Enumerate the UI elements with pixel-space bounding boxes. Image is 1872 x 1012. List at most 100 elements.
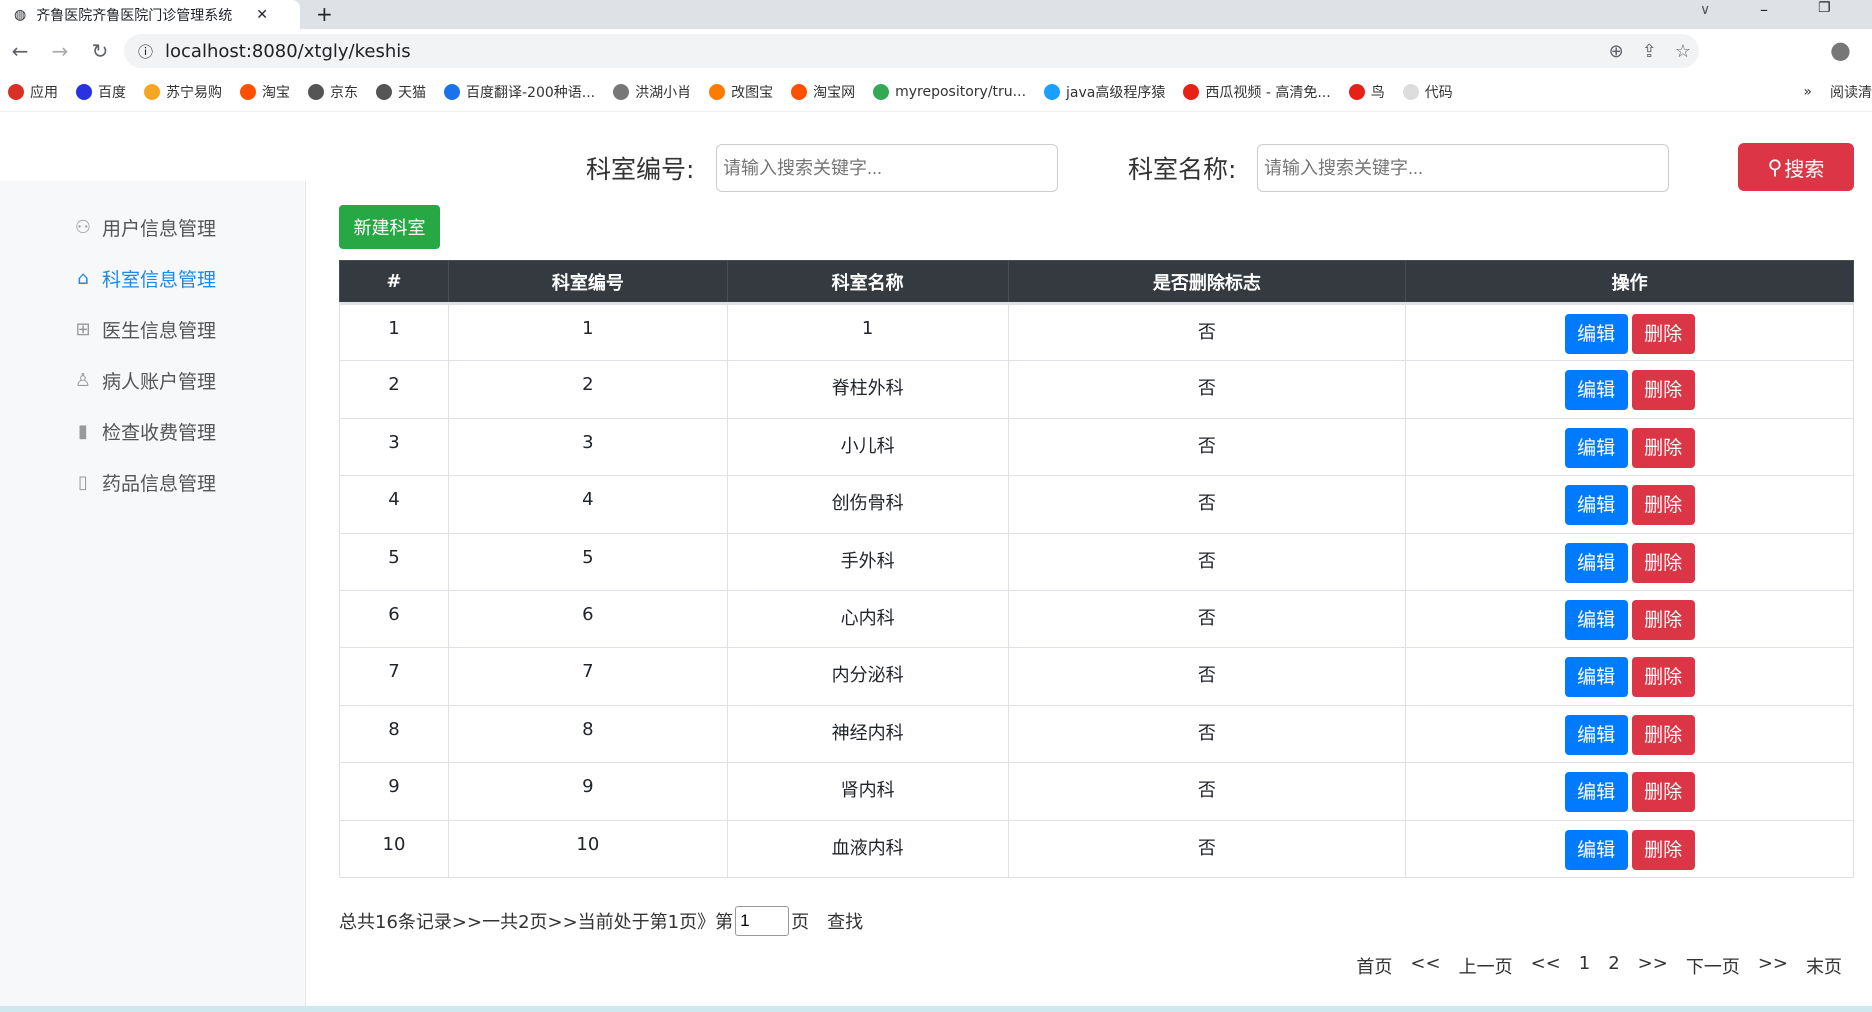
table-cell: 否	[1007, 417, 1407, 477]
department-name-search-input[interactable]	[1257, 144, 1669, 192]
edit-button[interactable]: 编辑	[1564, 772, 1628, 813]
edit-button[interactable]: 编辑	[1564, 714, 1628, 755]
bookmark-item[interactable]: 代码	[1402, 82, 1453, 102]
pagination-link[interactable]: <<	[1410, 953, 1440, 979]
table-cell: 创伤骨科	[726, 475, 1009, 534]
delete-button[interactable]: 删除	[1631, 714, 1695, 755]
bookmark-item[interactable]: 淘宝	[240, 82, 290, 102]
edit-button[interactable]: 编辑	[1564, 314, 1628, 354]
forward-icon[interactable]: →	[40, 39, 80, 63]
bookmark-item[interactable]: 洪湖小肖	[613, 82, 691, 102]
table-cell: 血液内科	[726, 819, 1009, 878]
close-tab-icon[interactable]: ✕	[256, 7, 268, 23]
edit-button[interactable]: 编辑	[1564, 370, 1628, 411]
department-id-search-input[interactable]	[716, 144, 1058, 192]
table-cell: 否	[1007, 360, 1407, 419]
delete-button[interactable]: 删除	[1631, 599, 1695, 640]
edit-button[interactable]: 编辑	[1564, 485, 1628, 526]
bookmark-label: java高级程序猿	[1066, 84, 1166, 101]
edit-button[interactable]: 编辑	[1564, 657, 1628, 698]
delete-button[interactable]: 删除	[1631, 314, 1695, 354]
sidebar-item[interactable]: ⚇ 用户信息管理	[72, 214, 216, 241]
bookmark-item[interactable]: 苏宁易购	[144, 82, 222, 102]
find-page-button[interactable]: 查找	[827, 908, 863, 934]
bookmark-item[interactable]: 应用	[8, 82, 58, 102]
pagination-link[interactable]: <<	[1531, 953, 1561, 979]
url-text: localhost:8080/xtgly/keshis	[165, 40, 411, 62]
more-bookmarks-icon[interactable]: »	[1803, 84, 1812, 100]
pagination-info: 总共16条记录>>一共2页>>当前处于第1页》第 页 查找	[339, 906, 863, 936]
edit-button[interactable]: 编辑	[1564, 542, 1628, 583]
table-cell: 6	[447, 589, 728, 649]
pagination-link[interactable]: 1	[1579, 953, 1590, 979]
zoom-icon[interactable]: ⊕	[1609, 41, 1624, 62]
sidebar-item[interactable]: ⌂ 科室信息管理	[72, 265, 216, 292]
delete-button[interactable]: 删除	[1631, 485, 1695, 526]
browser-tab[interactable]: ◍ 齐鲁医院齐鲁医院门诊管理系统 ✕	[0, 0, 300, 29]
pagination-link[interactable]: 下一页	[1686, 953, 1740, 979]
delete-button[interactable]: 删除	[1631, 370, 1695, 411]
bookmark-icon	[240, 83, 256, 100]
pagination-link[interactable]: 首页	[1356, 953, 1392, 979]
bookmark-item[interactable]: 百度	[76, 82, 126, 102]
bookmark-icon	[1183, 83, 1200, 100]
sidebar-item[interactable]: ▮ 检查收费管理	[72, 418, 216, 445]
new-department-button[interactable]: 新建科室	[339, 205, 440, 249]
page-number-input[interactable]	[735, 906, 790, 936]
bookmark-item[interactable]: 百度翻译-200种语...	[444, 82, 595, 102]
restore-icon[interactable]: ❐	[1818, 0, 1831, 16]
delete-button[interactable]: 删除	[1631, 829, 1695, 870]
table-cell: 脊柱外科	[726, 360, 1009, 419]
table-cell: 9	[339, 762, 449, 821]
reading-list[interactable]: 阅读清	[1830, 82, 1872, 102]
delete-button[interactable]: 删除	[1631, 542, 1695, 583]
bookmark-label: 洪湖小肖	[635, 84, 692, 101]
sidebar-item[interactable]: ▯ 药品信息管理	[72, 469, 216, 496]
sidebar-item[interactable]: ♙ 病人账户管理	[72, 367, 216, 394]
edit-button[interactable]: 编辑	[1564, 599, 1628, 640]
bookmark-item[interactable]: 西瓜视频 - 高清免...	[1183, 82, 1331, 102]
reload-icon[interactable]: ↻	[80, 39, 120, 63]
edit-button[interactable]: 编辑	[1564, 427, 1628, 468]
new-tab-icon[interactable]: +	[316, 2, 333, 26]
back-icon[interactable]: ←	[0, 39, 40, 63]
pagination-link[interactable]: 末页	[1806, 953, 1842, 979]
star-icon[interactable]: ☆	[1675, 41, 1691, 62]
table-cell: 否	[1007, 302, 1407, 362]
search-label-name: 科室名称:	[1128, 155, 1237, 184]
table-row: 10 10 血液内科否编辑 删除	[339, 819, 1854, 878]
table-row: 2 2 脊柱外科否编辑 删除	[339, 360, 1854, 419]
bottom-bar	[0, 1006, 1872, 1012]
bookmark-item[interactable]: 天猫	[376, 82, 426, 102]
tab-title: 齐鲁医院齐鲁医院门诊管理系统	[36, 7, 233, 24]
bookmark-item[interactable]: 淘宝网	[791, 82, 855, 102]
bookmark-label: 淘宝网	[813, 84, 856, 101]
edit-button[interactable]: 编辑	[1564, 829, 1628, 870]
table-cell: 内分泌科	[726, 647, 1009, 706]
url-bar[interactable]: ⓘ localhost:8080/xtgly/keshis ⊕ ⇪ ☆	[124, 34, 1699, 68]
bookmark-label: 京东	[330, 84, 358, 101]
table-cell: 10	[339, 819, 449, 878]
delete-button[interactable]: 删除	[1631, 427, 1695, 468]
pagination-link[interactable]: >>	[1638, 953, 1668, 979]
table-cell: 2	[447, 360, 728, 419]
delete-button[interactable]: 删除	[1631, 772, 1695, 813]
pagination-link[interactable]: 上一页	[1459, 953, 1513, 979]
minimize-icon[interactable]: –	[1760, 0, 1768, 19]
delete-button[interactable]: 删除	[1631, 657, 1695, 698]
pagination-link[interactable]: 2	[1608, 953, 1619, 979]
profile-icon[interactable]: ●	[1830, 36, 1851, 64]
search-button[interactable]: ⚲ 搜索	[1738, 143, 1854, 191]
share-icon[interactable]: ⇪	[1642, 41, 1657, 62]
chevron-down-icon[interactable]: ∨	[1700, 2, 1710, 18]
bookmark-item[interactable]: java高级程序猿	[1044, 82, 1165, 102]
bookmark-item[interactable]: 鸟	[1348, 82, 1385, 102]
bookmark-label: 改图宝	[731, 84, 774, 101]
bookmark-item[interactable]: 京东	[308, 82, 358, 102]
sidebar-item[interactable]: ⊞ 医生信息管理	[72, 316, 216, 343]
pagination-link[interactable]: >>	[1758, 953, 1788, 979]
bookmark-icon	[873, 83, 890, 100]
bookmark-icon	[308, 83, 324, 100]
bookmark-item[interactable]: 改图宝	[709, 82, 773, 102]
bookmark-item[interactable]: myrepository/tru...	[873, 83, 1026, 100]
